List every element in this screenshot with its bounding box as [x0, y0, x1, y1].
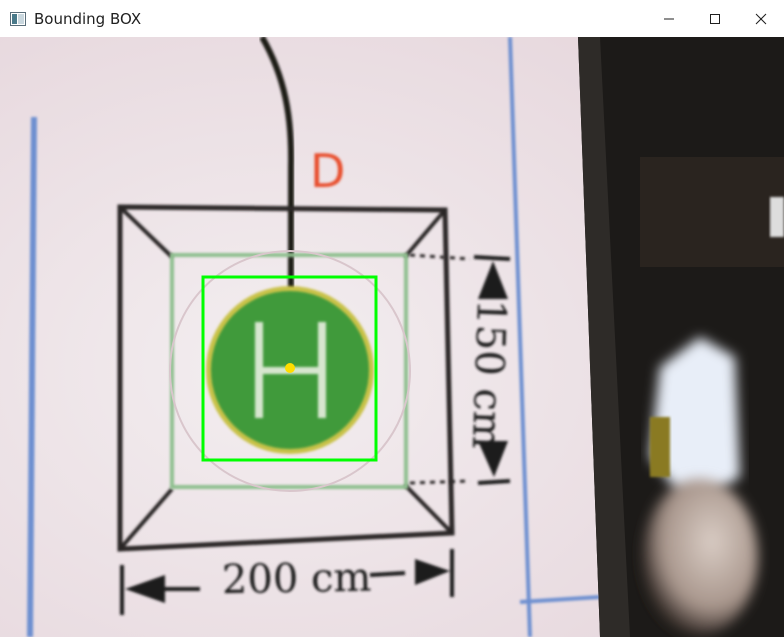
maximize-icon: [710, 13, 720, 24]
background-scene: [578, 37, 784, 637]
opencv-window-icon: [10, 11, 26, 27]
minimize-button[interactable]: [646, 0, 692, 37]
minimize-icon: [664, 18, 674, 19]
marker-letter: D: [310, 144, 345, 198]
camera-view[interactable]: D 200 cm 150 cm: [0, 37, 784, 637]
title-bar[interactable]: Bounding BOX: [0, 0, 784, 37]
maximize-button[interactable]: [692, 0, 738, 37]
app-window: Bounding BOX D 200 cm 150 cm: [0, 0, 784, 637]
detection-center-point: [285, 363, 295, 373]
finger: [642, 479, 758, 635]
close-icon: [755, 13, 767, 24]
width-label: 200 cm: [222, 555, 372, 604]
window-controls: [646, 0, 784, 37]
height-label: 150 cm: [463, 299, 514, 450]
close-button[interactable]: [738, 0, 784, 37]
window-title: Bounding BOX: [34, 9, 142, 28]
